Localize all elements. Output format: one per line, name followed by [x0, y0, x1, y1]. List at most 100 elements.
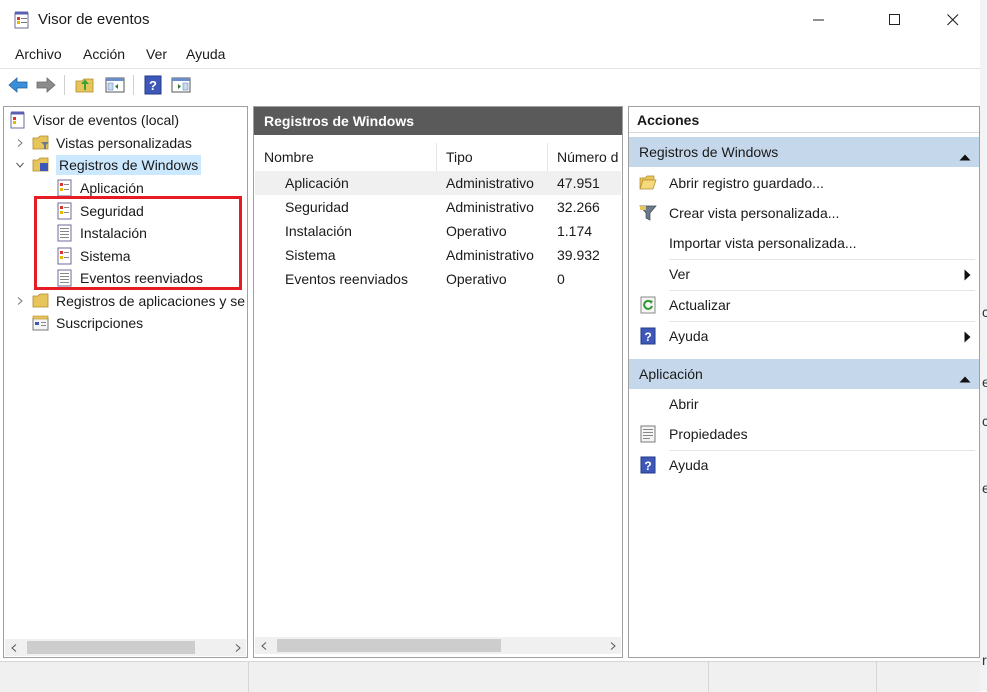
- tree-item-root[interactable]: Visor de eventos (local): [9, 109, 179, 131]
- menu-accion[interactable]: Acción: [83, 46, 125, 62]
- background-text-fragment: e: [982, 480, 987, 496]
- tree-item-registros-apps-label: Registros de aplicaciones y se: [56, 293, 246, 309]
- tree-item-sistema[interactable]: Sistema: [56, 245, 131, 267]
- menu-ayuda[interactable]: Ayuda: [186, 46, 225, 62]
- menu-ver[interactable]: Ver: [146, 46, 167, 62]
- back-arrow-icon[interactable]: [7, 74, 29, 96]
- scroll-right-arrow-icon[interactable]: [604, 637, 621, 654]
- scroll-left-arrow-icon[interactable]: [5, 639, 22, 656]
- action-label: Ayuda: [669, 457, 709, 473]
- action-label: Ver: [669, 266, 691, 282]
- open-folder-icon: [639, 174, 657, 192]
- help-icon[interactable]: ?: [142, 74, 164, 96]
- action-abrir[interactable]: Abrir: [629, 389, 979, 419]
- scroll-left-arrow-icon[interactable]: [255, 637, 272, 654]
- table-row[interactable]: Instalación Operativo 1.174: [255, 219, 621, 243]
- action-ver[interactable]: Ver: [629, 259, 979, 289]
- action-actualizar[interactable]: Actualizar: [629, 290, 979, 320]
- log-error-icon: [56, 179, 74, 197]
- tree-item-registros-windows[interactable]: Registros de Windows: [14, 154, 202, 176]
- chevron-right-icon[interactable]: [14, 295, 26, 307]
- cell-type: Administrativo: [446, 199, 534, 215]
- column-header-nombre[interactable]: Nombre: [254, 143, 437, 171]
- title-bar: Visor de eventos: [0, 0, 980, 40]
- action-label: Ayuda: [669, 328, 709, 344]
- background-text-fragment: c: [982, 304, 987, 320]
- cell-type: Administrativo: [446, 247, 534, 263]
- action-label: Crear vista personalizada...: [669, 205, 840, 221]
- table-row[interactable]: Sistema Administrativo 39.932: [255, 243, 621, 267]
- help-icon: ?: [639, 327, 657, 345]
- up-folder-icon[interactable]: [74, 74, 96, 96]
- scroll-right-arrow-icon[interactable]: [229, 639, 246, 656]
- log-error-icon: [56, 247, 74, 265]
- scrollbar-thumb[interactable]: [277, 639, 501, 652]
- cell-type: Administrativo: [446, 175, 534, 191]
- column-header-tipo[interactable]: Tipo: [436, 143, 548, 171]
- cell-count: 47.951: [557, 175, 600, 191]
- tree-item-label: Instalación: [80, 225, 147, 241]
- show-hide-action-pane-icon[interactable]: [170, 74, 192, 96]
- tree-item-suscripciones[interactable]: Suscripciones: [32, 312, 143, 334]
- action-abrir-registro-guardado[interactable]: Abrir registro guardado...: [629, 168, 979, 198]
- column-header-numero[interactable]: Número d: [547, 143, 623, 171]
- tree-item-registros-windows-label: Registros de Windows: [56, 155, 202, 175]
- background-text-fragment: r: [982, 652, 987, 668]
- submenu-arrow-icon: [964, 330, 971, 346]
- tree-item-registros-apps[interactable]: Registros de aplicaciones y se: [14, 290, 245, 312]
- log-icon: [56, 269, 74, 287]
- cell-type: Operativo: [446, 271, 507, 287]
- tree-item-label: Sistema: [80, 248, 131, 264]
- collapse-caret-icon[interactable]: [959, 370, 971, 386]
- cell-count: 1.174: [557, 223, 593, 239]
- action-ayuda[interactable]: ? Ayuda: [629, 321, 979, 351]
- section-header-aplicacion[interactable]: Aplicación: [629, 359, 979, 389]
- action-label: Propiedades: [669, 426, 748, 442]
- collapse-caret-icon[interactable]: [959, 148, 971, 164]
- tree-item-aplicacion[interactable]: Aplicación: [56, 177, 144, 199]
- section-header-label: Registros de Windows: [639, 144, 779, 160]
- tree-horizontal-scrollbar[interactable]: [5, 639, 246, 656]
- show-hide-console-tree-icon[interactable]: [104, 74, 126, 96]
- scrollbar-thumb[interactable]: [27, 641, 195, 654]
- cell-count: 39.932: [557, 247, 600, 263]
- action-ayuda-aplicacion[interactable]: ? Ayuda: [629, 450, 979, 480]
- refresh-icon: [639, 296, 657, 314]
- help-icon: ?: [639, 456, 657, 474]
- action-importar-vista[interactable]: Importar vista personalizada...: [629, 228, 979, 258]
- chevron-right-icon[interactable]: [14, 137, 26, 149]
- log-icon: [56, 224, 74, 242]
- table-row[interactable]: Seguridad Administrativo 32.266: [255, 195, 621, 219]
- window-title: Visor de eventos: [38, 11, 150, 28]
- chevron-down-icon[interactable]: [14, 159, 26, 171]
- tree-item-root-label: Visor de eventos (local): [33, 112, 180, 128]
- folder-icon: [32, 292, 50, 310]
- close-button[interactable]: [930, 0, 976, 40]
- console-tree-pane: Visor de eventos (local) Vistas personal…: [3, 106, 248, 658]
- minimize-button[interactable]: [796, 0, 842, 40]
- event-viewer-app-icon: [14, 11, 30, 29]
- tree-item-instalacion[interactable]: Instalación: [56, 222, 147, 244]
- subscriptions-icon: [32, 314, 50, 332]
- cell-name: Seguridad: [285, 199, 349, 215]
- action-crear-vista[interactable]: Crear vista personalizada...: [629, 198, 979, 228]
- forward-arrow-icon[interactable]: [35, 74, 57, 96]
- results-horizontal-scrollbar[interactable]: [255, 637, 621, 654]
- section-header-registros-windows[interactable]: Registros de Windows: [629, 137, 979, 167]
- table-row[interactable]: Eventos reenviados Operativo 0: [255, 267, 621, 291]
- action-propiedades[interactable]: Propiedades: [629, 419, 979, 449]
- cell-name: Instalación: [285, 223, 352, 239]
- background-text-fragment: e: [982, 374, 987, 390]
- svg-text:?: ?: [644, 330, 651, 344]
- custom-views-folder-icon: [32, 134, 50, 152]
- toolbar: ?: [0, 68, 980, 101]
- tree-item-eventos-reenviados[interactable]: Eventos reenviados: [56, 267, 203, 289]
- background-window-strip: [980, 0, 987, 691]
- tree-item-vistas[interactable]: Vistas personalizadas: [14, 132, 192, 154]
- submenu-arrow-icon: [964, 268, 971, 284]
- tree-item-seguridad[interactable]: Seguridad: [56, 200, 144, 222]
- maximize-button[interactable]: [872, 0, 918, 40]
- table-row[interactable]: Aplicación Administrativo 47.951: [255, 171, 621, 195]
- cell-name: Aplicación: [285, 175, 349, 191]
- menu-archivo[interactable]: Archivo: [15, 46, 62, 62]
